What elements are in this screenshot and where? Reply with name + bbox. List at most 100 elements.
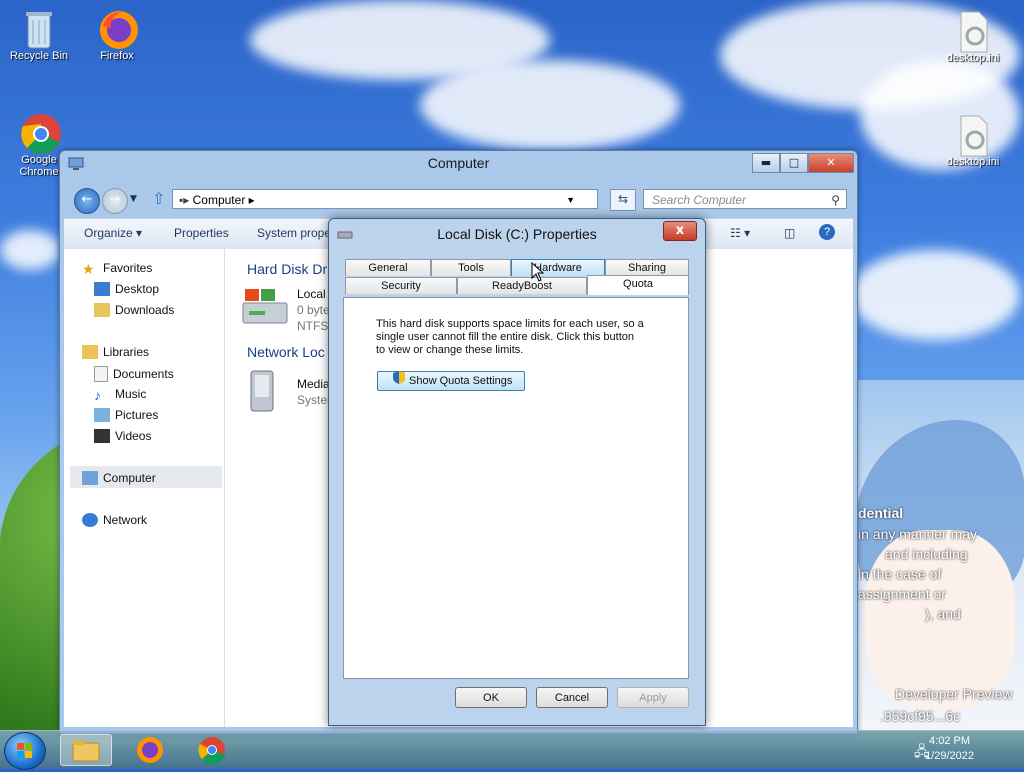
drive-free-space: 0 byte: [297, 303, 330, 317]
navigation-pane: ★ Favorites Desktop Downloads Libraries D…: [64, 249, 225, 727]
ok-button[interactable]: OK: [455, 687, 527, 708]
watermark-text: and including: [885, 546, 968, 562]
cancel-button[interactable]: Cancel: [536, 687, 608, 708]
nav-videos[interactable]: Videos: [94, 429, 151, 443]
taskbar-explorer[interactable]: [60, 734, 112, 766]
drive-filesystem: NTFS: [297, 319, 329, 333]
address-row: ← → ▼ ⇧ ▪▸ Computer ▸ ▼ ⇆ Search Compute…: [68, 186, 849, 214]
quota-description: This hard disk supports space limits for…: [376, 318, 644, 356]
mouse-cursor: [531, 261, 545, 285]
media-server-icon: [247, 369, 283, 415]
taskbar-chrome[interactable]: [186, 734, 238, 766]
taskbar-firefox[interactable]: [124, 734, 176, 766]
system-clock[interactable]: 4:02 PM 1/29/2022: [925, 734, 974, 764]
settings-file-icon: [953, 114, 993, 157]
firefox-icon: [137, 737, 163, 763]
forward-button[interactable]: →: [102, 188, 128, 214]
nav-documents[interactable]: Documents: [94, 366, 174, 382]
up-arrow-icon[interactable]: ⇧: [152, 189, 165, 208]
chevron-right-icon[interactable]: ▸: [245, 193, 255, 207]
dialog-close-button[interactable]: x: [663, 221, 697, 241]
desktop-icon-recycle-bin[interactable]: Recycle Bin: [4, 8, 74, 62]
star-icon: ★: [82, 261, 95, 277]
properties-dialog: Local Disk (C:) Properties x General Too…: [328, 218, 706, 726]
nav-favorites[interactable]: ★ Favorites: [82, 261, 152, 277]
apply-button[interactable]: Apply: [617, 687, 689, 708]
nav-network[interactable]: Network: [82, 513, 147, 527]
nav-pictures[interactable]: Pictures: [94, 408, 158, 422]
network-icon: [82, 513, 98, 527]
tab-tools[interactable]: Tools: [431, 259, 511, 276]
desktop-icon: [94, 282, 110, 296]
uac-shield-icon: [393, 371, 405, 391]
tab-sharing[interactable]: Sharing: [605, 259, 689, 276]
computer-icon: [82, 471, 98, 485]
watermark-text: dential: [858, 505, 904, 521]
tab-security[interactable]: Security: [345, 277, 457, 294]
watermark-text: in the case of: [858, 566, 942, 582]
hard-drive-icon: [239, 285, 291, 333]
drive-name[interactable]: Local: [297, 287, 326, 301]
address-bar[interactable]: ▪▸ Computer ▸ ▼: [172, 189, 598, 209]
properties-button[interactable]: Properties: [174, 226, 229, 240]
view-options-icon[interactable]: ☷ ▾: [730, 226, 750, 240]
clock-date: 1/29/2022: [925, 750, 974, 762]
show-quota-settings-button[interactable]: Show Quota Settings: [377, 371, 525, 391]
organize-button[interactable]: Organize ▾: [84, 226, 142, 240]
windows-logo-icon: [17, 743, 32, 758]
chevron-down-icon[interactable]: ▼: [130, 194, 137, 204]
group-network-locations[interactable]: Network Loc: [247, 344, 325, 360]
search-icon[interactable]: ⚲: [831, 190, 840, 210]
system-properties-button[interactable]: System prope: [257, 226, 331, 240]
tab-quota[interactable]: Quota: [587, 275, 689, 295]
watermark-text: .959cf95...6c: [880, 708, 961, 724]
music-icon: ♪: [94, 387, 101, 403]
help-icon[interactable]: ?: [819, 224, 835, 240]
media-device-name[interactable]: Media: [297, 377, 330, 391]
desktop-icon-desktop-ini[interactable]: desktop.ini: [938, 10, 1008, 64]
desktop-icon-desktop-ini[interactable]: desktop.ini: [938, 114, 1008, 168]
breadcrumb-computer[interactable]: Computer: [193, 193, 246, 207]
pictures-icon: [94, 408, 110, 422]
refresh-button[interactable]: ⇆: [610, 189, 636, 211]
watermark-text: in any manner may: [858, 526, 978, 542]
minimize-button[interactable]: ▬: [752, 153, 780, 173]
clock-time: 4:02 PM: [929, 735, 971, 747]
watermark-text: assignment or: [858, 586, 946, 602]
nav-computer[interactable]: Computer: [82, 471, 156, 485]
tab-hardware[interactable]: Hardware: [511, 259, 605, 276]
preview-pane-icon[interactable]: ◫: [784, 226, 795, 240]
maximize-button[interactable]: □: [780, 153, 808, 173]
desktop-icon-firefox[interactable]: Firefox: [82, 8, 152, 62]
videos-icon: [94, 429, 110, 443]
search-input[interactable]: Search Computer ⚲: [643, 189, 847, 209]
tab-general[interactable]: General: [345, 259, 431, 276]
nav-libraries[interactable]: Libraries: [82, 345, 149, 359]
chrome-icon: [198, 737, 225, 765]
group-hard-disk-drives[interactable]: Hard Disk Dr: [247, 261, 327, 277]
tab-strip: General Tools Hardware Sharing Security …: [343, 257, 689, 297]
taskbar: 🖧 4:02 PM 1/29/2022: [0, 730, 1024, 770]
tab-readyboost[interactable]: ReadyBoost: [457, 277, 587, 294]
quota-panel: This hard disk supports space limits for…: [343, 297, 689, 679]
nav-downloads[interactable]: Downloads: [94, 303, 174, 317]
back-button[interactable]: ←: [74, 188, 100, 214]
address-dropdown-icon[interactable]: ▼: [566, 190, 575, 210]
libraries-icon: [82, 345, 98, 359]
nav-music[interactable]: ♪ Music: [94, 387, 146, 403]
downloads-folder-icon: [94, 303, 110, 317]
computer-icon: ▪▸: [179, 193, 193, 207]
close-button[interactable]: ✕: [808, 153, 854, 173]
nav-desktop[interactable]: Desktop: [94, 282, 159, 296]
search-placeholder: Search Computer: [652, 193, 747, 207]
watermark-text: ), and: [925, 606, 961, 622]
firefox-icon: [97, 8, 138, 49]
dialog-title: Local Disk (C:) Properties: [437, 226, 597, 242]
start-button[interactable]: [4, 732, 46, 770]
folder-icon: [72, 740, 100, 762]
window-title: Computer: [427, 155, 490, 171]
settings-file-icon: [953, 10, 993, 53]
chrome-icon: [19, 112, 61, 154]
recycle-bin-icon: [19, 8, 59, 49]
watermark-text: Developer Preview: [895, 686, 1013, 702]
